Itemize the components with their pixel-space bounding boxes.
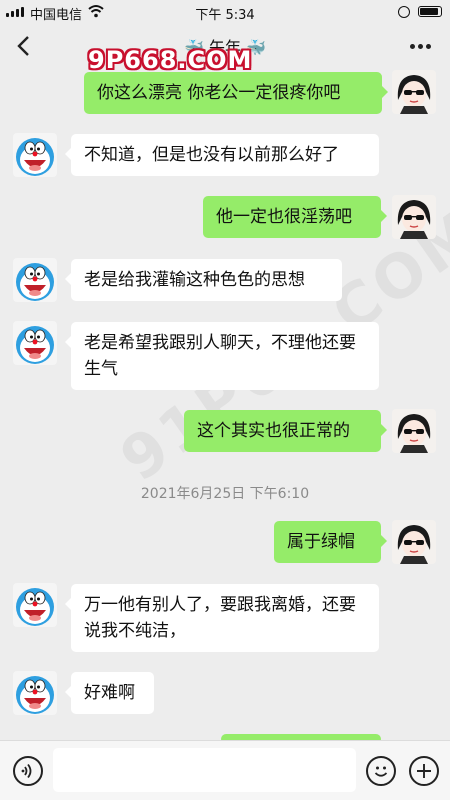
sunglasses-girl-icon — [392, 70, 436, 114]
doraemon-icon — [13, 258, 57, 302]
friend-avatar[interactable] — [13, 583, 57, 627]
friend-avatar[interactable] — [13, 671, 57, 715]
self-avatar[interactable] — [392, 70, 436, 114]
message-bubble-sent[interactable]: 你这么漂亮 你老公一定很疼你吧 — [84, 72, 388, 114]
message-bubble-received[interactable]: 不知道，但是也没有以前那么好了 — [65, 134, 379, 176]
doraemon-icon — [13, 321, 57, 365]
emoji-button[interactable] — [366, 756, 396, 786]
self-avatar[interactable] — [392, 520, 436, 564]
status-bar: 中国电信 下午 5:34 — [0, 0, 450, 24]
self-avatar[interactable] — [392, 195, 436, 239]
message-bubble-sent[interactable]: 这个其实也很正常的 — [184, 410, 387, 452]
plus-icon — [417, 764, 431, 778]
message-bubble-received[interactable]: 好难啊 — [65, 672, 154, 714]
message-text-input[interactable] — [53, 748, 356, 792]
emoji-icon — [374, 766, 388, 777]
battery-icon — [418, 6, 442, 17]
voice-input-button[interactable] — [13, 756, 43, 786]
more-functions-button[interactable] — [409, 756, 439, 786]
friend-avatar[interactable] — [13, 321, 57, 365]
more-options-button[interactable] — [410, 36, 436, 56]
status-time: 下午 5:34 — [195, 8, 255, 23]
friend-avatar[interactable] — [13, 133, 57, 177]
friend-avatar[interactable] — [13, 258, 57, 302]
message-input-bar — [0, 740, 450, 800]
doraemon-icon — [13, 671, 57, 715]
sunglasses-girl-icon — [392, 409, 436, 453]
message-bubble-received[interactable]: 老是希望我跟别人聊天，不理他还要生气 — [65, 322, 379, 390]
sunglasses-girl-icon — [392, 195, 436, 239]
message-bubble-received[interactable]: 万一他有别人了，要跟我离婚，还要说我不纯洁， — [65, 584, 379, 652]
self-avatar[interactable] — [392, 409, 436, 453]
voice-icon — [21, 763, 32, 779]
chat-timestamp: 2021年6月25日 下午6:10 — [140, 486, 310, 502]
message-bubble-sent[interactable]: 属于绿帽 — [274, 521, 387, 563]
sunglasses-girl-icon — [392, 520, 436, 564]
doraemon-icon — [13, 133, 57, 177]
message-bubble-sent[interactable]: 他一定也很淫荡吧 — [203, 196, 387, 238]
doraemon-icon — [13, 583, 57, 627]
message-bubble-received[interactable]: 老是给我灌输这种色色的思想 — [65, 259, 342, 301]
site-watermark: 9P668.COM — [88, 46, 253, 74]
rotation-lock-icon — [398, 6, 410, 18]
